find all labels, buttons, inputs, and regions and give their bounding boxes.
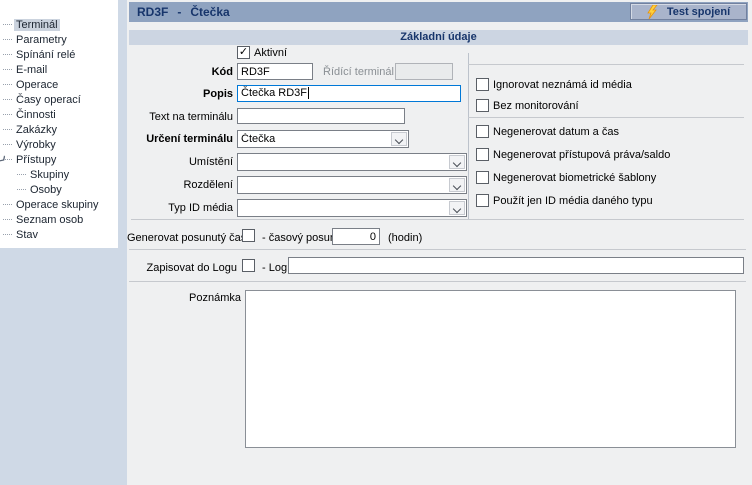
kod-input[interactable] [237, 63, 313, 80]
sidebar-item-casy-operaci[interactable]: Časy operací [0, 92, 118, 107]
tree-line [17, 189, 26, 190]
popis-input[interactable]: Čtečka RD3F [237, 85, 461, 102]
sidebar-item-stav[interactable]: Stav [0, 227, 118, 242]
sidebar-item-spinani-rele[interactable]: Spínání relé [0, 47, 118, 62]
tree-line [3, 24, 12, 25]
urceni-terminalu-select[interactable]: Čtečka [237, 130, 409, 148]
sidebar-item-pristupy[interactable]: ❯Přístupy [0, 152, 118, 167]
text-na-terminalu-input[interactable] [237, 108, 405, 124]
generovat-posunuty-cas-checkbox[interactable] [242, 229, 255, 242]
tree-line [17, 174, 26, 175]
ridici-terminal-label: Řídící terminál [323, 66, 394, 78]
log-soubor-input[interactable] [288, 257, 744, 274]
test-connection-label: Test spojení [667, 6, 730, 18]
test-connection-button[interactable]: Test spojení [630, 3, 747, 20]
sidebar-item-cinnosti[interactable]: Činnosti [0, 107, 118, 122]
tree-line [3, 54, 12, 55]
zapisovat-do-logu-label: Zapisovat do Logu [127, 262, 237, 274]
title-code: RD3F [137, 5, 168, 19]
aktivni-checkbox[interactable]: ✓ [237, 46, 250, 59]
tree-line [3, 219, 12, 220]
sidebar-item-zakazky[interactable]: Zakázky [0, 122, 118, 137]
bez-monitorovani-checkbox[interactable] [476, 99, 489, 112]
casovy-posun-input[interactable] [332, 228, 380, 245]
typ-id-media-select[interactable] [237, 199, 467, 217]
sidebar-item-email[interactable]: E-mail [0, 62, 118, 77]
section-divider [131, 219, 744, 220]
zapisovat-do-logu-checkbox[interactable] [242, 259, 255, 272]
section-divider [129, 249, 746, 250]
column-divider [468, 53, 469, 219]
chevron-down-icon[interactable] [449, 178, 465, 192]
popis-label: Popis [127, 88, 233, 100]
poznamka-label: Poznámka [127, 292, 241, 304]
negenerovat-biometricke-sablony-checkbox[interactable] [476, 171, 489, 184]
text-na-terminalu-label: Text na terminálu [127, 111, 233, 123]
sidebar-item-operace-skupiny[interactable]: Operace skupiny [0, 197, 118, 212]
lightning-icon [647, 5, 658, 19]
negenerovat-pristupova-prava-checkbox[interactable] [476, 148, 489, 161]
negenerovat-datum-a-cas-label: Negenerovat datum a čas [493, 126, 619, 138]
tree-line [3, 129, 12, 130]
kod-label: Kód [127, 66, 233, 78]
tree-line [3, 234, 12, 235]
sidebar-item-seznam-osob[interactable]: Seznam osob [0, 212, 118, 227]
pouzit-jen-id-media-label: Použít jen ID média daného typu [493, 195, 653, 207]
tree-expander-icon[interactable]: ❯ [0, 154, 8, 164]
tree-line [3, 69, 12, 70]
section-title: Základní údaje [129, 30, 748, 45]
tree-line [3, 204, 12, 205]
sidebar-item-parametry[interactable]: Parametry [0, 32, 118, 47]
umisteni-select[interactable] [237, 153, 467, 171]
ignorovat-neznama-id-media-label: Ignorovat neznámá id média [493, 79, 632, 91]
tree-line [3, 144, 12, 145]
title-separator: - [177, 5, 181, 19]
text-caret [308, 87, 309, 99]
bez-monitorovani-label: Bez monitorování [493, 100, 579, 112]
umisteni-label: Umístění [127, 156, 233, 168]
tree-line [3, 84, 12, 85]
generovat-posunuty-cas-label: Generovat posunutý čas [127, 232, 237, 244]
chevron-down-icon[interactable] [449, 155, 465, 169]
aktivni-label: Aktivní [254, 47, 287, 59]
ignorovat-neznama-id-media-checkbox[interactable] [476, 78, 489, 91]
sidebar-tree: Terminál Parametry Spínání relé E-mail O… [0, 0, 118, 248]
pouzit-jen-id-media-checkbox[interactable] [476, 194, 489, 207]
sidebar-item-osoby[interactable]: Osoby [0, 182, 118, 197]
sidebar-item-terminal[interactable]: Terminál [0, 17, 118, 32]
page-title: Čtečka [190, 5, 229, 19]
main-panel: RD3F - Čtečka Test spojení Základní údaj… [127, 0, 752, 485]
negenerovat-datum-a-cas-checkbox[interactable] [476, 125, 489, 138]
sidebar-item-skupiny[interactable]: Skupiny [0, 167, 118, 182]
urceni-terminalu-label: Určení terminálu [127, 133, 233, 145]
chevron-down-icon[interactable] [449, 201, 465, 215]
ridici-terminal-input [395, 63, 453, 80]
tree-line [3, 99, 12, 100]
group-divider [468, 117, 744, 118]
section-divider [129, 281, 746, 282]
poznamka-textarea[interactable] [245, 290, 736, 448]
chevron-down-icon[interactable] [391, 132, 407, 146]
hodin-unit-label: (hodin) [388, 232, 422, 244]
casovy-posun-label: - časový posun [262, 232, 336, 244]
rozdeleni-select[interactable] [237, 176, 467, 194]
negenerovat-pristupova-prava-label: Negenerovat přístupová práva/saldo [493, 149, 670, 161]
sidebar-item-operace[interactable]: Operace [0, 77, 118, 92]
app-window: Terminál Parametry Spínání relé E-mail O… [0, 0, 752, 485]
typ-id-media-label: Typ ID média [127, 202, 233, 214]
group-divider [468, 64, 744, 65]
negenerovat-biometricke-sablony-label: Negenerovat biometrické šablony [493, 172, 656, 184]
tree-line [3, 114, 12, 115]
sidebar-item-vyrobky[interactable]: Výrobky [0, 137, 118, 152]
rozdeleni-label: Rozdělení [127, 179, 233, 191]
tree-line [3, 39, 12, 40]
